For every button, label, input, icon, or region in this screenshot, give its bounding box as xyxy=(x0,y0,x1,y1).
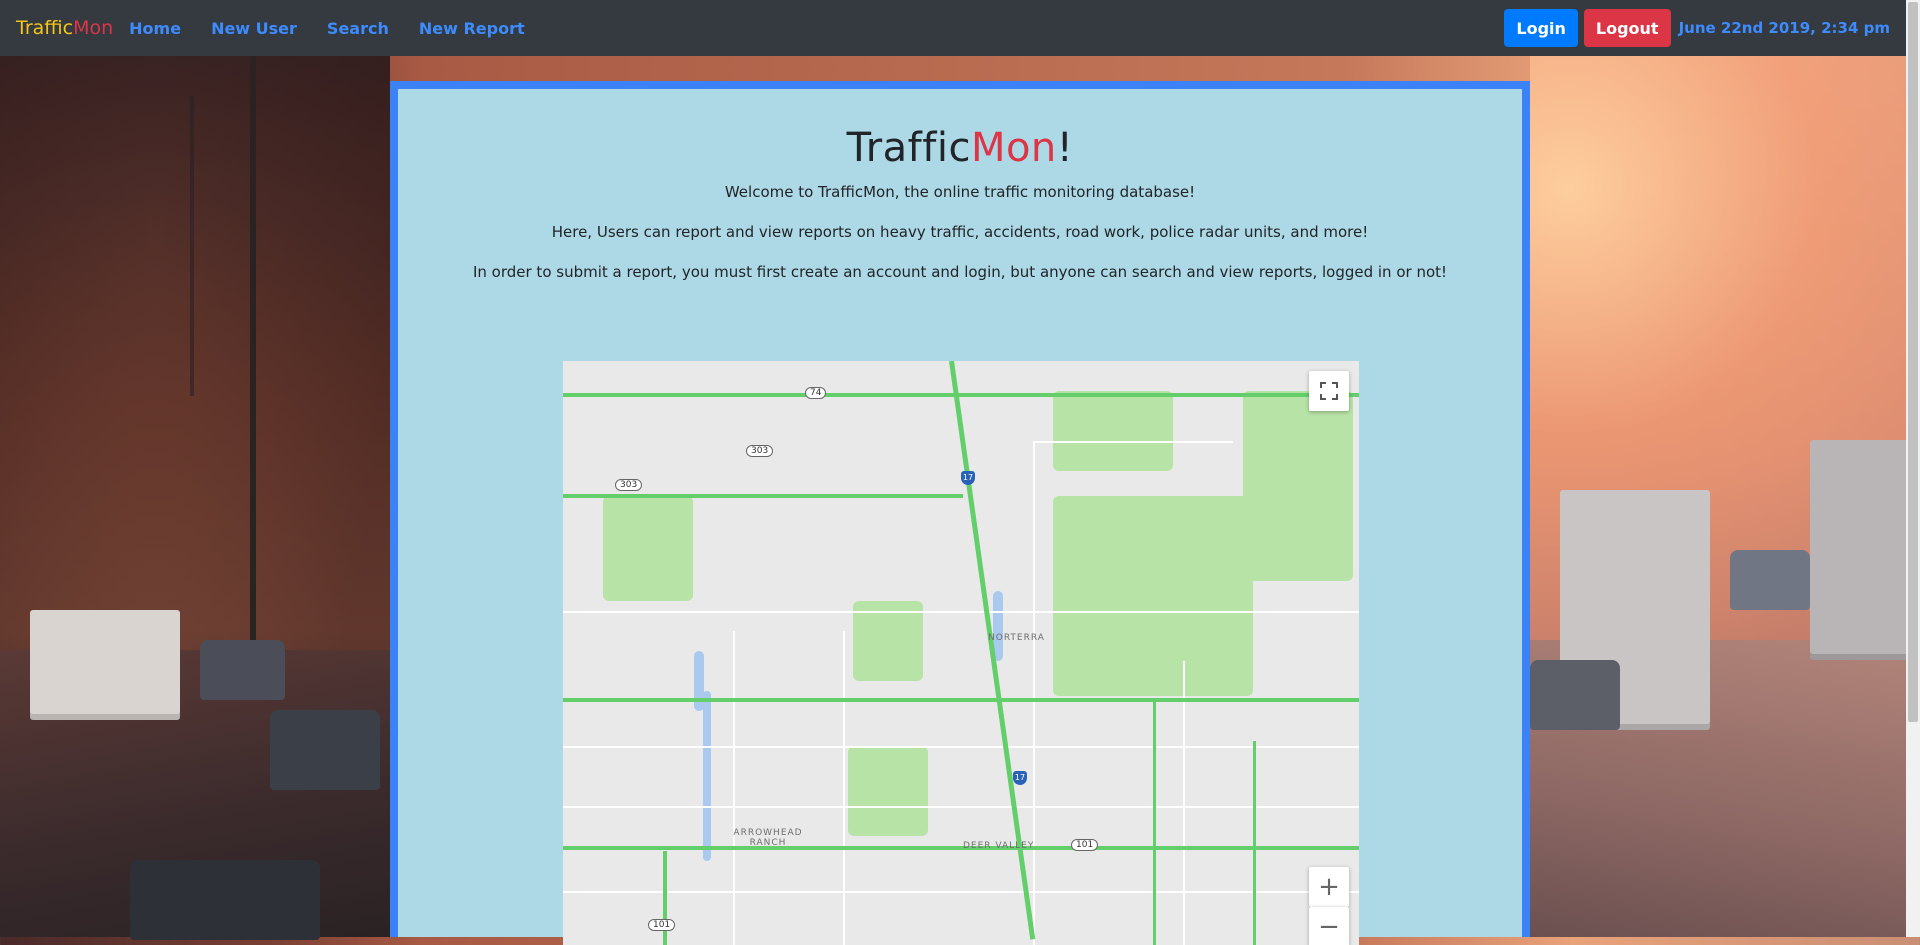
map-minor-road xyxy=(1183,661,1185,945)
map-highway xyxy=(563,393,1359,397)
description-text: Here, Users can report and view reports … xyxy=(551,223,1369,241)
nav-link-home[interactable]: Home xyxy=(129,19,181,38)
brand-logo[interactable]: TrafficMon xyxy=(16,17,113,39)
page-title: TrafficMon! xyxy=(398,125,1522,171)
title-part-traffic: Traffic xyxy=(846,125,971,171)
route-shield: 303 xyxy=(615,479,643,491)
map-minor-road xyxy=(563,746,1359,748)
map-park xyxy=(848,746,928,836)
brand-part-mon: Mon xyxy=(73,17,114,39)
map-park xyxy=(603,496,693,601)
map-highway xyxy=(1253,741,1256,945)
nav-link-new-report[interactable]: New Report xyxy=(419,19,525,38)
map-park xyxy=(1053,496,1253,696)
logout-button[interactable]: Logout xyxy=(1583,9,1671,47)
nav-link-search[interactable]: Search xyxy=(327,19,389,38)
zoom-in-button[interactable]: + xyxy=(1309,867,1349,907)
map-park xyxy=(1053,391,1173,471)
traffic-map[interactable]: 74 303 303 17 17 101 101 NORTERRA ARROWH… xyxy=(563,361,1359,945)
instructions-text: In order to submit a report, you must fi… xyxy=(472,263,1448,281)
map-minor-road xyxy=(733,631,735,945)
route-shield: 101 xyxy=(1071,839,1099,851)
map-highway xyxy=(1153,701,1156,945)
title-suffix: ! xyxy=(1056,125,1074,171)
map-minor-road xyxy=(563,611,1359,613)
map-highway xyxy=(563,494,963,498)
welcome-card: TrafficMon! Welcome to TrafficMon, the o… xyxy=(390,81,1530,945)
map-highway xyxy=(949,361,1036,940)
welcome-text: Welcome to TrafficMon, the online traffi… xyxy=(724,183,1196,201)
route-shield: 303 xyxy=(746,445,774,457)
map-minor-road xyxy=(843,631,845,945)
current-datetime: June 22nd 2019, 2:34 pm xyxy=(1678,19,1890,37)
scrollbar-thumb[interactable] xyxy=(1908,2,1918,722)
map-water xyxy=(703,691,711,861)
zoom-out-button[interactable]: − xyxy=(1309,907,1349,945)
map-minor-road xyxy=(563,891,1359,893)
map-minor-road xyxy=(563,806,1359,808)
brand-part-traffic: Traffic xyxy=(16,17,74,39)
map-highway xyxy=(563,846,1359,850)
navbar: TrafficMon Home New User Search New Repo… xyxy=(0,0,1906,56)
map-place-label: NORTERRA xyxy=(988,633,1045,643)
login-button[interactable]: Login xyxy=(1504,9,1578,47)
map-highway xyxy=(563,698,1359,702)
map-park xyxy=(1243,391,1353,581)
map-minor-road xyxy=(1033,441,1233,443)
background-road-right xyxy=(1530,440,1920,937)
interstate-shield: 17 xyxy=(961,471,975,485)
nav-right-group: Login Logout June 22nd 2019, 2:34 pm xyxy=(1498,9,1890,47)
map-place-label: ARROWHEAD RANCH xyxy=(733,828,803,848)
map-park xyxy=(853,601,923,681)
fullscreen-icon[interactable] xyxy=(1309,371,1349,411)
background-road-left xyxy=(0,610,390,940)
map-minor-road xyxy=(1033,441,1035,945)
route-shield: 74 xyxy=(805,387,827,399)
title-part-mon: Mon xyxy=(970,125,1057,171)
route-shield: 101 xyxy=(648,919,676,931)
interstate-shield: 17 xyxy=(1013,771,1027,785)
map-place-label: DEER VALLEY xyxy=(963,841,1035,851)
nav-link-new-user[interactable]: New User xyxy=(211,19,297,38)
page-scrollbar[interactable] xyxy=(1906,0,1920,937)
